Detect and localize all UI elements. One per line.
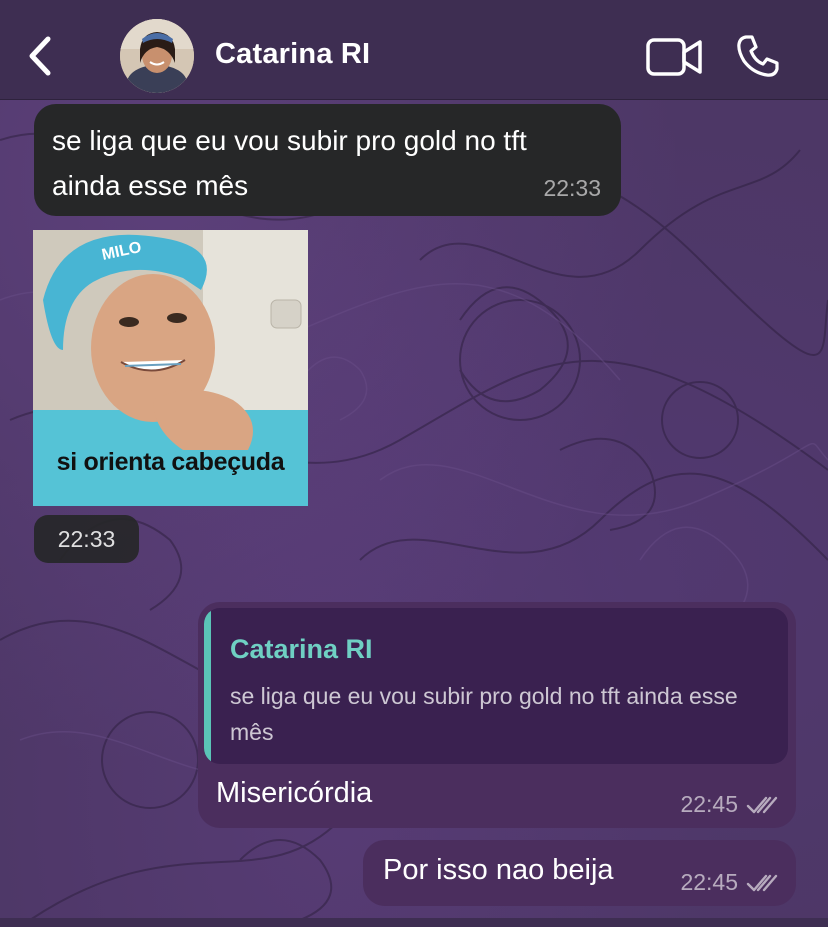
reply-accent-bar [204, 608, 211, 764]
outgoing-message-bubble[interactable]: Catarina RI se liga que eu vou subir pro… [198, 602, 796, 828]
message-text: Misericórdia [216, 777, 373, 809]
sticker-message[interactable]: MILO si orienta cabeçuda [33, 230, 308, 506]
message-time: 22:45 [680, 791, 738, 817]
incoming-message-bubble[interactable]: se liga que eu vou subir pro gold no tft… [34, 104, 621, 216]
video-call-button[interactable] [644, 36, 704, 78]
outgoing-message-bubble[interactable]: Por isso nao beija 22:45 [363, 840, 796, 906]
reply-text: se liga que eu vou subir pro gold no tft… [230, 683, 738, 745]
contact-name[interactable]: Catarina RI [215, 38, 370, 71]
sticker-caption: si orienta cabeçuda [56, 448, 285, 476]
double-check-icon [746, 796, 778, 814]
phone-icon [737, 35, 779, 77]
input-bar-edge [0, 918, 828, 927]
message-text: se liga que eu vou subir pro gold no tft… [52, 125, 527, 201]
voice-call-button[interactable] [735, 33, 781, 79]
reply-author: Catarina RI [230, 634, 373, 664]
chat-header: Catarina RI [0, 0, 828, 100]
avatar-photo [120, 19, 194, 93]
chevron-left-icon [29, 36, 51, 76]
reply-quote[interactable]: Catarina RI se liga que eu vou subir pro… [204, 608, 788, 764]
message-text: Por isso nao beija [383, 854, 614, 886]
back-button[interactable] [20, 32, 60, 80]
sticker-time: 22:33 [34, 515, 139, 563]
video-camera-icon [646, 38, 702, 76]
double-check-icon [746, 874, 778, 892]
message-time: 22:33 [543, 175, 601, 201]
contact-avatar[interactable] [120, 19, 194, 93]
message-time: 22:45 [680, 869, 738, 895]
